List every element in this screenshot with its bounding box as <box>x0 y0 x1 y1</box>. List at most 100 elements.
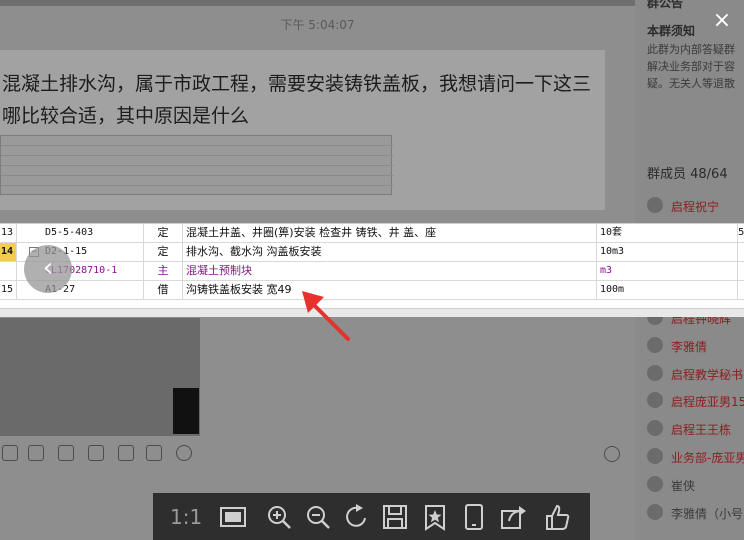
message-text-line-1: 混凝土排水沟，属于市政工程，需要安装铸铁盖板，我想请问一下这三 <box>2 73 592 95</box>
more-icon <box>176 445 192 461</box>
member-avatar <box>647 392 663 408</box>
zoom-in-button[interactable] <box>265 503 293 531</box>
row-number-cell: 13 <box>0 224 17 242</box>
unit-cell-text: 10套 <box>600 227 623 238</box>
history-clock-icon <box>604 446 620 462</box>
name-cell: 排水沟、截水沟 沟盖板安装 <box>183 243 597 261</box>
member-avatar <box>647 197 663 213</box>
code-cell-text: D5-5-403 <box>45 227 94 238</box>
name-cell-text: 沟铸铁盖板安装 宽49 <box>186 283 292 296</box>
name-cell: 混凝土井盖、井圈(箅)安装 检查井 铸铁、井 盖、座 <box>183 224 597 242</box>
member-name: 崔侠 <box>671 479 696 493</box>
phone-icon <box>465 504 483 530</box>
like-button[interactable] <box>543 503 571 531</box>
thumbs-up-icon <box>546 504 570 530</box>
message-timestamp: 下午 5:04:07 <box>280 18 355 32</box>
close-viewer-button[interactable]: × <box>707 6 737 36</box>
type-cell-text: 定 <box>157 245 169 258</box>
type-cell-text: 定 <box>157 226 169 239</box>
member-name: 李雅倩（小号 <box>671 507 744 521</box>
screenshot-icon <box>58 445 74 461</box>
member-avatar <box>647 420 663 436</box>
member-name: 业务部-庞亚男 <box>671 451 744 465</box>
rotate-icon <box>346 504 366 527</box>
unit-cell: 10套 <box>597 224 738 242</box>
row-number-cell: 15 <box>0 281 17 299</box>
sheet-scrollbar <box>0 308 744 317</box>
extra-cell <box>738 243 744 261</box>
notice-line-2: 解决业务部对于容 <box>647 60 735 73</box>
extra-cell-text: 5 <box>738 227 744 238</box>
save-button[interactable] <box>381 503 409 531</box>
row-number-cell: 14 <box>0 243 17 261</box>
notice-title: 本群须知 <box>647 24 696 38</box>
group-notice-header: 群公告 <box>647 0 684 10</box>
actual-size-button[interactable]: 1:1 <box>170 503 202 531</box>
member-avatar <box>647 476 663 492</box>
extra-cell <box>738 262 744 280</box>
image-icon <box>28 445 44 461</box>
extra-cell <box>738 281 744 299</box>
table-row: 14−D2-1-15定排水沟、截水沟 沟盖板安装10m3 <box>0 243 744 262</box>
previous-image-button[interactable]: ‹ <box>24 245 72 293</box>
member-count: 群成员 48/64 <box>647 167 728 182</box>
row-number-cell-text: 14 <box>1 246 14 257</box>
type-cell: 借 <box>144 281 183 299</box>
thumbnail-dark-block <box>173 388 199 434</box>
unit-cell: 100m <box>597 281 738 299</box>
member-name: 启程庞亚男15 <box>671 395 744 409</box>
table-row: 13 D5-5-403 定 混凝土井盖、井圈(箅)安装 检查井 铸铁、井 盖、座 10套… <box>0 224 744 243</box>
zoom-in-icon <box>268 506 291 529</box>
red-annotation-arrow <box>302 291 350 341</box>
type-cell-text: 借 <box>157 283 169 296</box>
favorite-button[interactable] <box>421 503 449 531</box>
name-cell-text: 排水沟、截水沟 沟盖板安装 <box>186 245 322 258</box>
message-text-line-2: 哪比较合适，其中原因是什么 <box>2 105 250 127</box>
unit-cell-text: m3 <box>600 265 613 276</box>
zoom-out-button[interactable] <box>304 503 332 531</box>
member-avatar <box>647 337 663 353</box>
row-number-cell-text: 15 <box>1 284 14 295</box>
chat-input-toolbar <box>0 445 200 463</box>
unit-cell: m3 <box>597 262 738 280</box>
spreadsheet-image: 13 D5-5-403 定 混凝土井盖、井圈(箅)安装 检查井 铸铁、井 盖、座 10套… <box>0 223 744 317</box>
unit-cell-text: 100m <box>600 284 625 295</box>
favorite-icon <box>425 505 445 531</box>
gift-icon <box>88 445 104 461</box>
type-cell-text: 主 <box>157 264 169 277</box>
type-cell: 定 <box>144 224 183 242</box>
type-cell: 主 <box>144 262 183 280</box>
fit-window-button[interactable] <box>219 503 247 531</box>
notice-line-3: 疑。无关人等退散 <box>647 77 735 90</box>
code-cell: D5-5-403 <box>17 224 144 242</box>
name-cell: 沟铸铁盖板安装 宽49 <box>183 281 597 299</box>
unit-cell: 10m3 <box>597 243 738 261</box>
chat-top-bar <box>0 0 635 6</box>
fit-window-icon <box>220 507 246 527</box>
share-icon <box>501 506 526 529</box>
share-button[interactable] <box>499 503 527 531</box>
member-name: 启程教学秘书 <box>671 368 744 382</box>
row-number-cell-text: 13 <box>1 227 14 238</box>
type-cell: 定 <box>144 243 183 261</box>
unit-cell-text: 10m3 <box>600 246 625 257</box>
save-icon <box>383 505 407 529</box>
table-row: 15A1-27借沟铸铁盖板安装 宽49100m <box>0 281 744 300</box>
rotate-button[interactable] <box>343 503 371 531</box>
message-image-thumbnail <box>0 135 393 195</box>
file-icon <box>118 445 134 461</box>
send-to-phone-button[interactable] <box>460 503 488 531</box>
member-avatar <box>647 365 663 381</box>
table-row: CL17028710-1 主混凝土预制块 m3 <box>0 262 744 281</box>
name-cell-text: 混凝土井盖、井圈(箅)安装 检查井 铸铁、井 盖、座 <box>186 226 437 239</box>
row-number-cell <box>0 262 17 280</box>
name-cell: 混凝土预制块 <box>183 262 597 280</box>
image-viewer-toolbar: 1:1 <box>153 493 590 540</box>
folder-icon <box>2 445 18 461</box>
member-name: 启程祝宁 <box>671 200 720 214</box>
member-name: 李雅倩 <box>671 340 708 354</box>
name-cell-text: 混凝土预制块 <box>186 264 252 277</box>
member-name: 启程王王栋 <box>671 423 732 437</box>
zoom-out-icon <box>307 506 330 529</box>
extra-cell: 5 <box>738 224 744 242</box>
